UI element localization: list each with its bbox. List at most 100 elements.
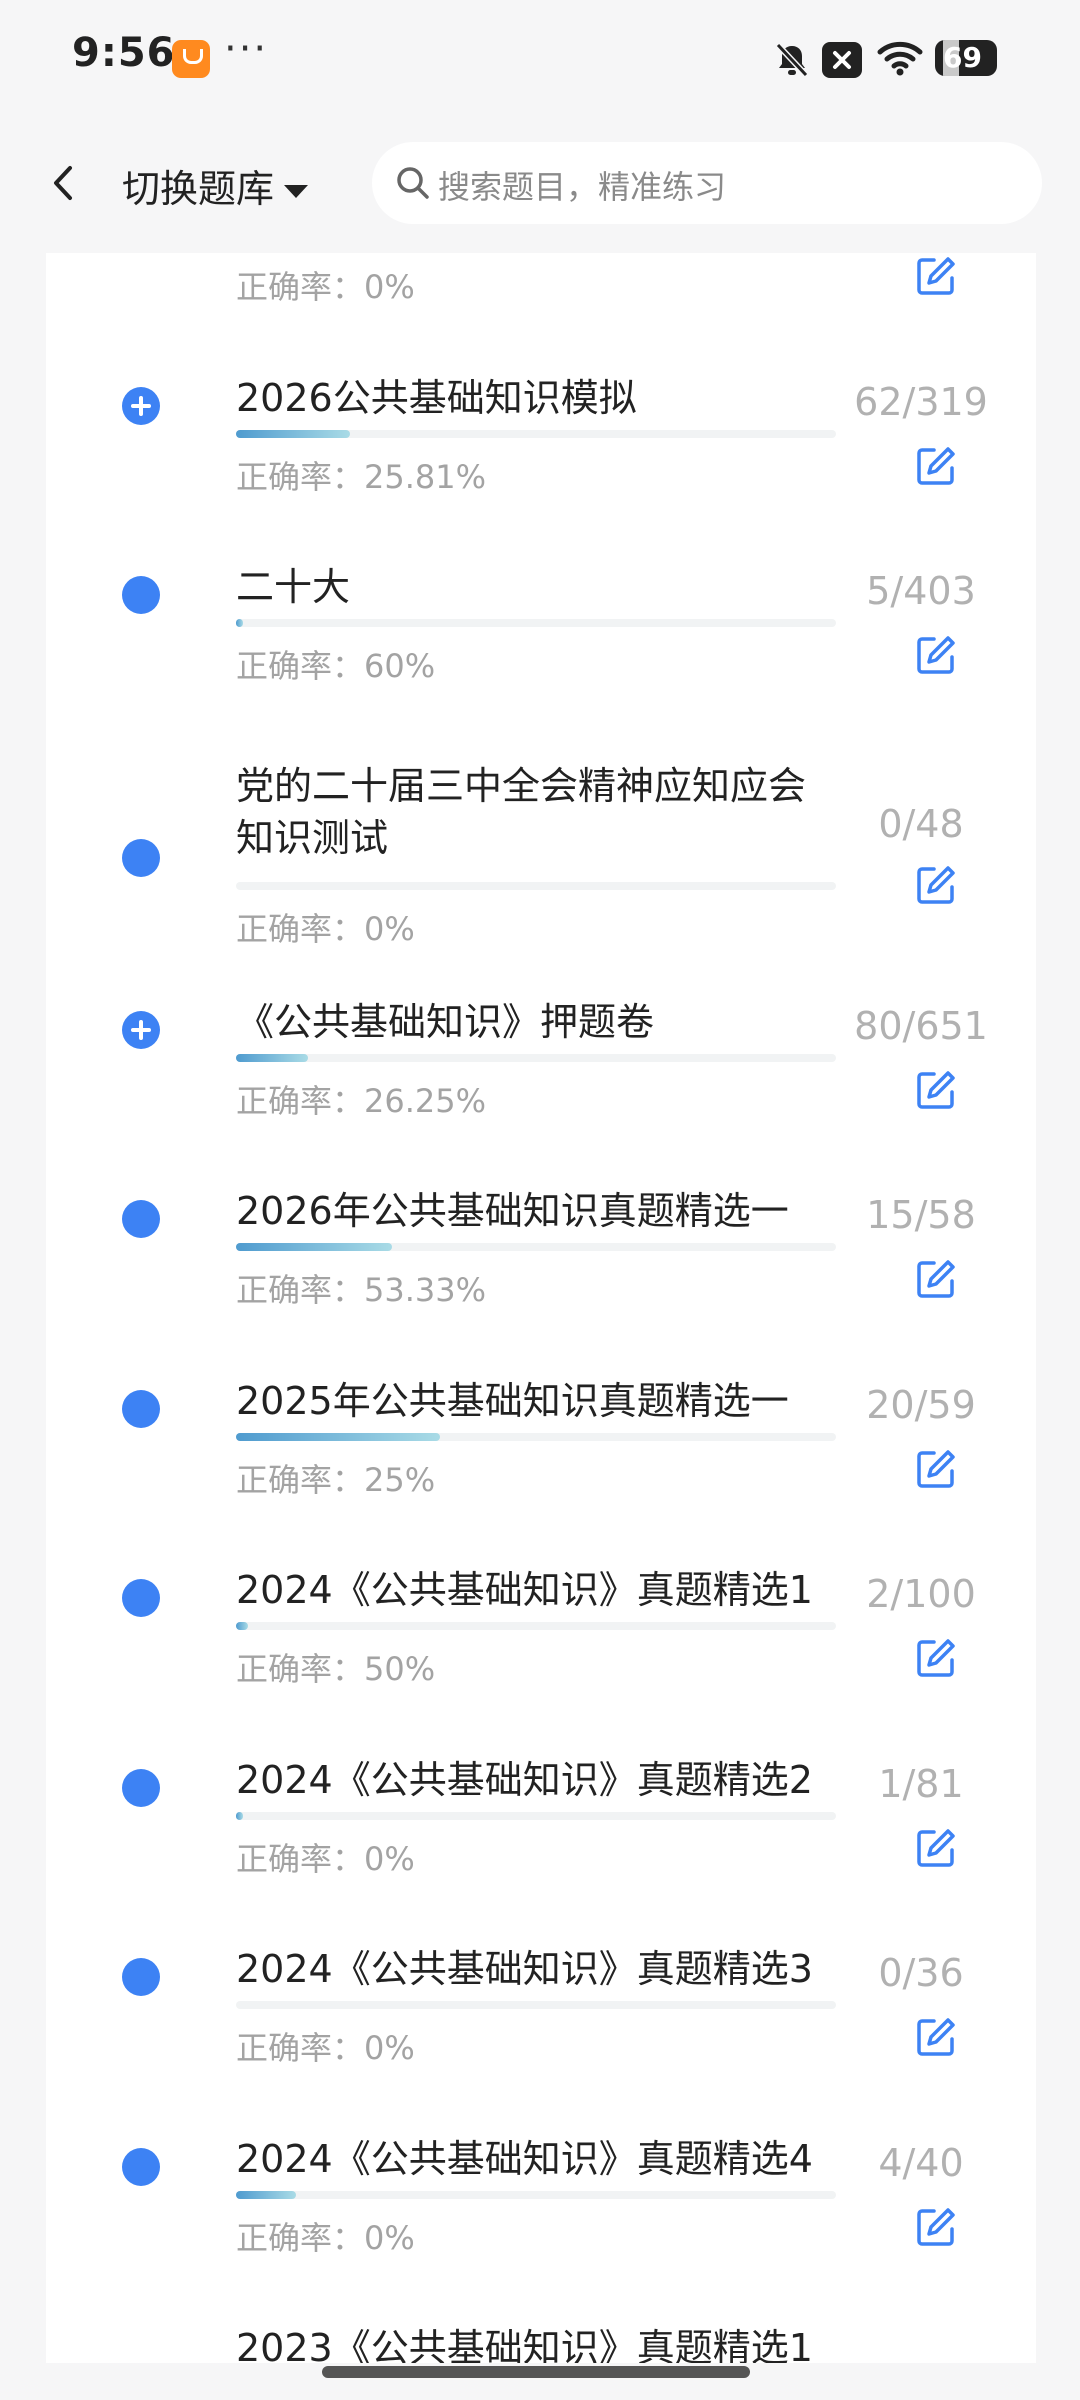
edit-icon[interactable] xyxy=(914,1068,958,1112)
list-item[interactable]: 2024《公共基础知识》真题精选3 正确率：0% 0/36 xyxy=(46,1911,1036,2101)
status-dot-icon xyxy=(122,1958,160,1996)
accuracy-label: 正确率： xyxy=(236,2029,365,2067)
accuracy-value: 0% xyxy=(364,268,415,306)
list-item[interactable]: 二十大 正确率：60% 5/403 xyxy=(46,529,1036,719)
accuracy-text: 正确率：0% xyxy=(236,262,415,308)
edit-icon[interactable] xyxy=(914,1257,958,1301)
edit-icon[interactable] xyxy=(914,633,958,677)
progress-count: 62/319 xyxy=(854,380,988,424)
status-dot-icon xyxy=(122,1390,160,1428)
accuracy-text: 正确率：0% xyxy=(236,2023,415,2069)
accuracy-text: 正确率：0% xyxy=(236,1834,415,1880)
accuracy-label: 正确率： xyxy=(236,1461,365,1499)
accuracy-text: 正确率：53.33% xyxy=(236,1265,486,1311)
battery-icon: 69 xyxy=(935,40,997,76)
list-item[interactable]: 2024《公共基础知识》真题精选4 正确率：0% 4/40 xyxy=(46,2101,1036,2291)
accuracy-value: 0% xyxy=(364,2219,415,2257)
accuracy-value: 53.33% xyxy=(364,1271,487,1309)
accuracy-label: 正确率： xyxy=(236,2219,365,2257)
progress-bar xyxy=(236,882,836,890)
progress-bar xyxy=(236,1433,836,1441)
accuracy-text: 正确率：60% xyxy=(236,641,435,687)
edit-icon[interactable] xyxy=(914,2205,958,2249)
accuracy-label: 正确率： xyxy=(236,910,365,948)
progress-fill xyxy=(236,1812,243,1820)
progress-fill xyxy=(236,1243,392,1251)
edit-icon[interactable] xyxy=(914,1447,958,1491)
progress-bar xyxy=(236,1243,836,1251)
status-dot-icon xyxy=(122,839,160,877)
list-item[interactable]: 2024《公共基础知识》真题精选1 正确率：50% 2/100 xyxy=(46,1532,1036,1722)
list-item[interactable]: 2024《公共基础知识》真题精选2 正确率：0% 1/81 xyxy=(46,1722,1036,1912)
list-item[interactable]: 正确率：0% xyxy=(46,253,1036,340)
list-item[interactable]: 2025年公共基础知识真题精选一 正确率：25% 20/59 xyxy=(46,1343,1036,1533)
item-title: 2024《公共基础知识》真题精选1 xyxy=(236,1568,813,1612)
accuracy-value: 26.25% xyxy=(364,1082,487,1120)
progress-fill xyxy=(236,430,350,438)
progress-bar xyxy=(236,2001,836,2009)
progress-fill xyxy=(236,619,243,627)
accuracy-text: 正确率：25% xyxy=(236,1455,435,1501)
question-bank-list[interactable]: 正确率：0% 2026公共基础知识模拟 正确率：25.81% 62/319 二十大 正确率… xyxy=(46,253,1036,2363)
accuracy-label: 正确率： xyxy=(236,647,365,685)
plus-circle-icon[interactable] xyxy=(122,1011,160,1049)
progress-count: 1/81 xyxy=(878,1762,964,1806)
list-item[interactable]: 2026年公共基础知识真题精选一 正确率：53.33% 15/58 xyxy=(46,1153,1036,1343)
accuracy-value: 25% xyxy=(364,1461,436,1499)
status-bar: 9:56 ··· 69 xyxy=(0,0,1080,118)
edit-icon[interactable] xyxy=(914,2015,958,2059)
edit-icon[interactable] xyxy=(914,444,958,488)
accuracy-label: 正确率： xyxy=(236,1082,365,1120)
back-icon[interactable] xyxy=(40,158,90,208)
progress-fill xyxy=(236,1433,440,1441)
item-title: 党的二十届三中全会精神应知应会知识测试 xyxy=(236,764,807,860)
accuracy-label: 正确率： xyxy=(236,268,365,306)
accuracy-text: 正确率：25.81% xyxy=(236,452,486,498)
accuracy-value: 0% xyxy=(364,2029,415,2067)
edit-icon[interactable] xyxy=(914,1636,958,1680)
list-item[interactable]: 党的二十届三中全会精神应知应会知识测试 正确率：0% 0/48 xyxy=(46,718,1036,948)
edit-icon[interactable] xyxy=(914,863,958,907)
edit-icon[interactable] xyxy=(914,254,958,298)
accuracy-value: 50% xyxy=(364,1650,436,1688)
progress-count: 80/651 xyxy=(854,1004,988,1048)
item-title: 2024《公共基础知识》真题精选4 xyxy=(236,2137,813,2181)
accuracy-value: 0% xyxy=(364,1840,415,1878)
progress-count: 5/403 xyxy=(866,569,976,613)
top-bar: 切换题库 搜索题目，精准练习 xyxy=(0,118,1080,253)
progress-count: 15/58 xyxy=(866,1193,976,1237)
search-icon xyxy=(397,167,429,199)
progress-bar xyxy=(236,1054,836,1062)
home-indicator[interactable] xyxy=(322,2366,750,2378)
status-time: 9:56 xyxy=(72,30,176,76)
progress-fill xyxy=(236,1622,248,1630)
accuracy-label: 正确率： xyxy=(236,1271,365,1309)
accuracy-text: 正确率：50% xyxy=(236,1644,435,1690)
item-title: 《公共基础知识》押题卷 xyxy=(236,1000,655,1044)
switch-library-button[interactable]: 切换题库 xyxy=(122,158,309,213)
progress-count: 0/36 xyxy=(878,1951,964,1995)
plus-circle-icon[interactable] xyxy=(122,387,160,425)
status-dot-icon xyxy=(122,2148,160,2186)
battery-level: 69 xyxy=(943,41,982,74)
progress-count: 2/100 xyxy=(866,1572,976,1616)
item-title: 2024《公共基础知识》真题精选2 xyxy=(236,1758,813,1802)
accuracy-label: 正确率： xyxy=(236,1650,365,1688)
search-input[interactable]: 搜索题目，精准练习 xyxy=(372,142,1042,224)
list-item[interactable]: 2023《公共基础知识》真题精选1 xyxy=(46,2290,1036,2363)
status-dot-icon xyxy=(122,1200,160,1238)
status-dot-icon xyxy=(122,1579,160,1617)
accuracy-text: 正确率：26.25% xyxy=(236,1076,486,1122)
progress-bar xyxy=(236,1622,836,1630)
more-notifications-icon: ··· xyxy=(224,26,269,72)
accuracy-value: 60% xyxy=(364,647,436,685)
edit-icon[interactable] xyxy=(914,1826,958,1870)
list-item[interactable]: 2026公共基础知识模拟 正确率：25.81% 62/319 xyxy=(46,340,1036,530)
item-title: 2024《公共基础知识》真题精选3 xyxy=(236,1947,813,1991)
list-item[interactable]: 《公共基础知识》押题卷 正确率：26.25% 80/651 xyxy=(46,964,1036,1154)
progress-bar xyxy=(236,430,836,438)
search-placeholder: 搜索题目，精准练习 xyxy=(438,168,727,206)
item-title: 2026公共基础知识模拟 xyxy=(236,376,637,420)
item-title: 2023《公共基础知识》真题精选1 xyxy=(236,2326,813,2363)
accuracy-text: 正确率：0% xyxy=(236,2213,415,2259)
